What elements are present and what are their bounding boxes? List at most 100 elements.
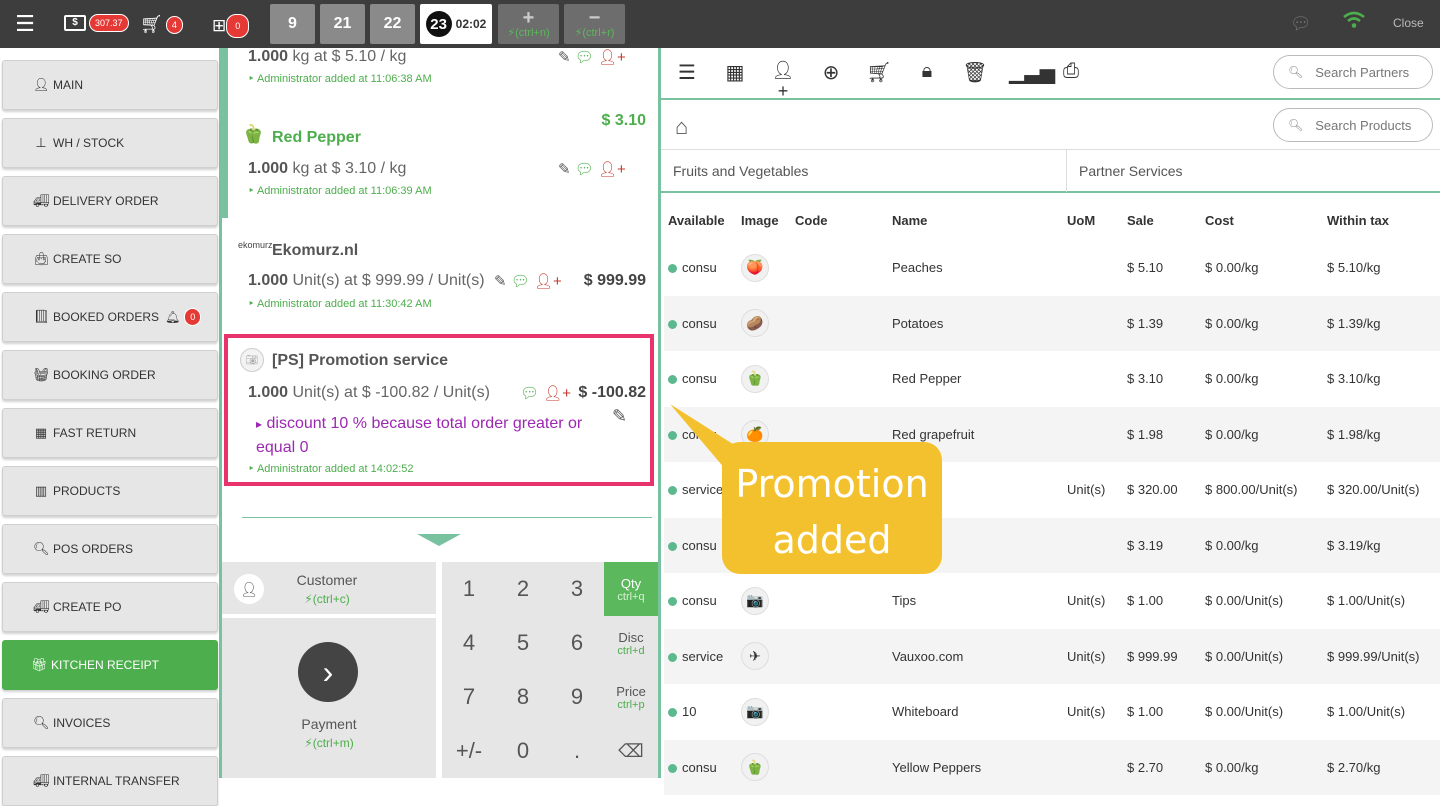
cell-sale: $ 5.10 <box>1123 240 1201 296</box>
order-tab-22[interactable]: 22 <box>370 4 415 44</box>
col-image[interactable]: Image <box>737 200 791 240</box>
key-plus-minus[interactable]: +/- <box>442 724 496 778</box>
col-uom[interactable]: UoM <box>1063 200 1123 240</box>
sidebar-item-booked-orders[interactable]: 📕︎ BOOKED ORDERS 🔔︎ 0 <box>2 292 218 342</box>
grid-icon[interactable]: ▦ <box>721 60 749 85</box>
price-mode-button[interactable]: Price ctrl+p <box>604 670 658 724</box>
key-5[interactable]: 5 <box>496 616 550 670</box>
cart-button[interactable]: 🛒︎ 4 <box>140 14 183 35</box>
table-row[interactable]: consu 🥔 Potatoes $ 1.39 $ 0.00/kg $ 1.39/kg <box>664 295 1440 351</box>
col-within-tax[interactable]: Within tax <box>1323 200 1440 240</box>
add-user-icon[interactable]: 👤︎+ <box>769 60 797 102</box>
gift-button[interactable]: ⊞ 0 <box>212 14 250 38</box>
sidebar-item-create-po[interactable]: 🚚︎ CREATE PO <box>2 582 218 632</box>
sidebar-item-wh-stock[interactable]: ⊥ WH / STOCK <box>2 118 218 168</box>
table-row[interactable]: 10 📷 Whiteboard Unit(s) $ 1.00 $ 0.00/Unit(s)… <box>664 684 1440 740</box>
sidebar-item-label: KITCHEN RECEIPT <box>51 658 160 672</box>
lock-icon[interactable]: 🔒︎ <box>913 60 941 83</box>
sidebar-item-products[interactable]: ▥ PRODUCTS <box>2 466 218 516</box>
sidebar-item-create-so[interactable]: 👜︎ CREATE SO <box>2 234 218 284</box>
category-partner-services[interactable]: Partner Services <box>1067 150 1440 192</box>
col-sale[interactable]: Sale <box>1123 200 1201 240</box>
payment-button[interactable]: › Payment ⚡(ctrl+m) <box>222 618 436 778</box>
edit-icon[interactable]: ✎ <box>494 273 507 290</box>
add-user-icon[interactable]: 👤︎+ <box>543 385 571 402</box>
payment-label: Payment <box>301 716 357 732</box>
edit-icon[interactable]: ✎ <box>558 161 571 178</box>
comment-icon[interactable]: 💬︎ <box>511 273 530 290</box>
sidebar-item-fast-return[interactable]: ▦ FAST RETURN <box>2 408 218 458</box>
search-partners-input[interactable]: 🔍︎ Search Partners <box>1273 55 1433 89</box>
sidebar-item-internal-transfer[interactable]: 🚚︎ INTERNAL TRANSFER <box>2 756 218 806</box>
chevron-right-icon: › <box>298 642 358 702</box>
edit-icon[interactable]: ✎ <box>558 49 571 66</box>
sidebar-item-booking-order[interactable]: 🧺︎ BOOKING ORDER <box>2 350 218 400</box>
key-0[interactable]: 0 <box>496 724 550 778</box>
table-row[interactable]: consu 📷 Tips Unit(s) $ 1.00 $ 0.00/Unit(s) $ 1… <box>664 573 1440 629</box>
table-row[interactable]: service ✈ Vauxoo.com Unit(s) $ 999.99 $ 0.00/… <box>664 628 1440 684</box>
edit-icon[interactable]: ✎ <box>612 406 627 426</box>
table-row[interactable]: consu 🍑 Peaches $ 5.10 $ 0.00/kg $ 5.10/kg <box>664 240 1440 296</box>
cell-sale: $ 1.39 <box>1123 295 1201 351</box>
comment-icon[interactable]: 💬︎ <box>520 385 539 402</box>
plus-circle-icon[interactable]: ⊕ <box>817 60 845 85</box>
add-user-icon[interactable]: 👤︎+ <box>598 161 626 178</box>
price-hint: ctrl+p <box>617 698 645 711</box>
key-4[interactable]: 4 <box>442 616 496 670</box>
category-fruits-vegetables[interactable]: Fruits and Vegetables <box>661 150 1067 192</box>
key-decimal[interactable]: . <box>550 724 604 778</box>
col-cost[interactable]: Cost <box>1201 200 1323 240</box>
trash-icon[interactable]: 🗑︎ <box>961 60 989 85</box>
key-2[interactable]: 2 <box>496 562 550 616</box>
qty-mode-button[interactable]: Qty ctrl+q <box>604 562 658 616</box>
cell-image: ✈ <box>737 628 791 684</box>
cell-uom: Unit(s) <box>1063 684 1123 740</box>
remove-order-button[interactable]: − ⚡(ctrl+r) <box>564 4 625 44</box>
table-row[interactable]: consu 🫑 Red Pepper $ 3.10 $ 0.00/kg $ 3.10/kg <box>664 351 1440 407</box>
disc-label: Disc <box>618 629 644 645</box>
key-6[interactable]: 6 <box>550 616 604 670</box>
home-icon[interactable]: ⌂ <box>675 114 688 140</box>
callout-line2: added <box>772 518 892 562</box>
sidebar-item-invoices[interactable]: 🔍︎ INVOICES <box>2 698 218 748</box>
line-meta: ‣ Administrator added at 11:06:39 AM <box>248 185 432 197</box>
cell-uom-text: Unit(s) <box>1067 704 1106 720</box>
table-row[interactable]: consu 🫑 Yellow Peppers $ 2.70 $ 0.00/kg $ 2.7… <box>664 739 1440 795</box>
search-products-input[interactable]: 🔍︎ Search Products <box>1273 108 1433 142</box>
cash-button[interactable]: $ 307.37 <box>64 14 129 32</box>
comment-icon[interactable]: 💬︎ <box>575 49 594 66</box>
key-8[interactable]: 8 <box>496 670 550 724</box>
customer-button[interactable]: 👤︎ Customer ⚡(ctrl+c) <box>222 562 436 614</box>
backspace-icon[interactable]: ⌫ <box>604 724 658 778</box>
add-user-icon[interactable]: 👤︎+ <box>534 273 562 290</box>
order-tab-21[interactable]: 21 <box>320 4 365 44</box>
key-7[interactable]: 7 <box>442 670 496 724</box>
col-available[interactable]: Available <box>664 200 737 240</box>
order-tab-9[interactable]: 9 <box>270 4 315 44</box>
sidebar-item-delivery-order[interactable]: 🚚︎ DELIVERY ORDER <box>2 176 218 226</box>
col-name[interactable]: Name <box>888 200 1063 240</box>
col-code[interactable]: Code <box>791 200 888 240</box>
cart-plus-icon[interactable]: 🛒︎ <box>865 60 893 85</box>
cell-image: 🫑 <box>737 739 791 795</box>
add-user-icon[interactable]: 👤︎+ <box>598 49 626 66</box>
key-3[interactable]: 3 <box>550 562 604 616</box>
signal-icon[interactable]: ▁▃▅ <box>1009 60 1055 85</box>
add-order-button[interactable]: + ⚡(ctrl+n) <box>498 4 559 44</box>
menu-icon[interactable]: ☰ <box>12 11 38 36</box>
key-1[interactable]: 1 <box>442 562 496 616</box>
sidebar-item-kitchen-receipt[interactable]: 🎁︎ KITCHEN RECEIPT <box>2 640 218 690</box>
list-ordered-icon[interactable]: ☰ <box>673 60 701 85</box>
chat-icon[interactable]: 💬︎ <box>1290 14 1312 34</box>
print-icon[interactable]: ⎙ <box>1057 60 1085 83</box>
scroll-down-icon[interactable] <box>417 534 461 546</box>
sidebar-item-pos-orders[interactable]: 🔍︎ POS ORDERS <box>2 524 218 574</box>
close-button[interactable]: Close <box>1393 16 1424 30</box>
cell-sale: $ 999.99 <box>1123 628 1201 684</box>
disc-mode-button[interactable]: Disc ctrl+d <box>604 616 658 670</box>
order-tab-23-active[interactable]: 23 02:02 <box>420 4 492 44</box>
sidebar-item-label: PRODUCTS <box>53 484 121 498</box>
comment-icon[interactable]: 💬︎ <box>575 161 594 178</box>
sidebar-item-main[interactable]: 👤︎ MAIN <box>2 60 218 110</box>
key-9[interactable]: 9 <box>550 670 604 724</box>
